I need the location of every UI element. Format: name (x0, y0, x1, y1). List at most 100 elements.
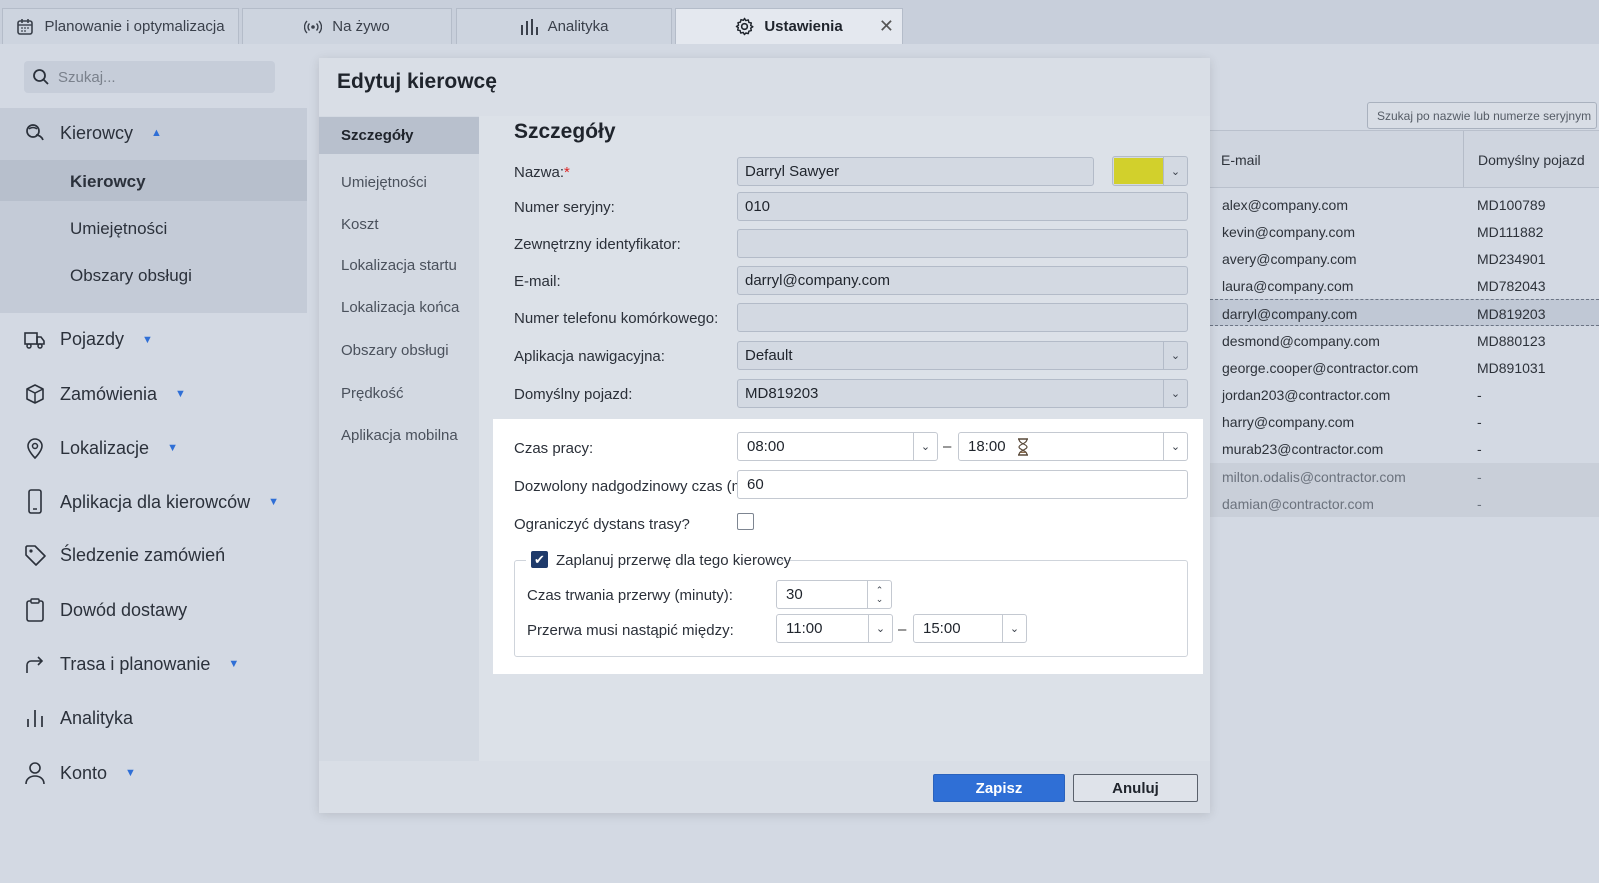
sidebar-item-route-planning[interactable]: Trasa i planowanie ▼ (24, 653, 239, 675)
break-checkbox[interactable]: ✔ (531, 551, 548, 568)
tab-live[interactable]: Na żywo (242, 8, 452, 44)
dialog-nav-details[interactable]: Szczegóły (341, 127, 414, 144)
dialog-nav-cost[interactable]: Koszt (341, 216, 379, 233)
break-duration-value: 30 (786, 586, 803, 603)
tab-analytics[interactable]: Analityka (456, 8, 672, 44)
table-search-input[interactable]: Szukaj po nazwie lub numerze seryjnym (1367, 102, 1597, 129)
hourglass-icon (1016, 437, 1030, 456)
work-end-select[interactable]: 18:00 ⌄ (958, 432, 1188, 461)
chevron-down-icon[interactable]: ⌄ (1163, 433, 1187, 460)
table-row[interactable]: desmond@company.com MD880123 (1210, 327, 1599, 354)
cell-email: laura@company.com (1222, 278, 1354, 294)
save-button[interactable]: Zapisz (933, 774, 1065, 802)
cell-vehicle: MD819203 (1477, 306, 1546, 322)
chevron-down-icon[interactable]: ⌄ (1163, 380, 1187, 407)
cell-vehicle: - (1477, 387, 1482, 403)
sidebar-item-vehicles[interactable]: Pojazdy ▼ (24, 329, 153, 350)
overtime-label: Dozwolony nadgodzinowy czas (min): (514, 478, 765, 495)
checkmark-icon: ✔ (534, 551, 545, 567)
dialog-nav-speed[interactable]: Prędkość (341, 385, 404, 402)
phone-field[interactable] (737, 303, 1188, 332)
limit-distance-checkbox[interactable] (737, 513, 754, 530)
sidebar-item-order-tracking[interactable]: Śledzenie zamówień (24, 544, 225, 566)
tab-label: Planowanie i optymalizacja (44, 18, 225, 35)
color-picker[interactable]: ⌄ (1112, 156, 1188, 186)
external-id-field[interactable] (737, 229, 1188, 258)
nav-app-select[interactable]: Default ⌄ (737, 341, 1188, 370)
break-end-select[interactable]: 15:00 ⌄ (913, 614, 1027, 643)
sidebar-item-drivers[interactable]: Kierowcy ▲ (24, 122, 162, 144)
sidebar-search-input[interactable]: Szukaj... (24, 61, 275, 93)
table-row[interactable]: kevin@company.com MD111882 (1210, 218, 1599, 245)
tab-planning[interactable]: Planowanie i optymalizacja (2, 8, 239, 44)
nav-app-label: Aplikacja nawigacyjna: (514, 348, 665, 365)
sidebar-subitem-skills[interactable]: Umiejętności (70, 219, 167, 239)
break-start-select[interactable]: 11:00 ⌄ (776, 614, 893, 643)
table-row[interactable]: milton.odalis@contractor.com - (1210, 463, 1599, 490)
cell-vehicle: MD782043 (1477, 278, 1546, 294)
sidebar-item-label: Lokalizacje (60, 437, 150, 458)
section-title: Szczegóły (514, 120, 616, 143)
table-row[interactable]: damian@contractor.com - (1210, 490, 1599, 517)
cancel-button[interactable]: Anuluj (1073, 774, 1198, 802)
caret-down-icon: ▼ (228, 658, 240, 670)
dialog-nav-end-location[interactable]: Lokalizacja końca (341, 299, 459, 316)
vehicle-label: Domyślny pojazd: (514, 386, 633, 403)
caret-up-icon: ▲ (151, 127, 162, 139)
dialog-nav-skills[interactable]: Umiejętności (341, 174, 427, 191)
stepper-arrows-icon[interactable]: ⌃ ⌄ (867, 581, 891, 608)
tab-settings[interactable]: Ustawienia ✕ (675, 8, 903, 44)
caret-down-icon: ▼ (142, 333, 153, 346)
chevron-down-icon[interactable]: ⌄ (868, 615, 892, 642)
sidebar-subitem-service-areas[interactable]: Obszary obsługi (70, 266, 192, 286)
email-field[interactable]: darryl@company.com (737, 266, 1188, 295)
work-start-select[interactable]: 08:00 ⌄ (737, 432, 938, 461)
cell-email: avery@company.com (1222, 251, 1357, 267)
route-arrow-icon (24, 653, 46, 675)
table-row[interactable]: laura@company.com MD782043 (1210, 272, 1599, 299)
cell-email: damian@contractor.com (1222, 496, 1374, 512)
search-placeholder: Szukaj... (58, 68, 116, 86)
clipboard-icon (24, 598, 46, 622)
column-header-email[interactable]: E-mail (1221, 152, 1261, 168)
email-label: E-mail: (514, 273, 561, 290)
chevron-down-icon[interactable]: ⌄ (1002, 615, 1026, 642)
dialog-nav-mobile-app[interactable]: Aplikacja mobilna (341, 427, 458, 444)
sidebar-subitem-drivers[interactable]: Kierowcy (70, 172, 146, 192)
sidebar-item-driver-app[interactable]: Aplikacja dla kierowców ▼ (24, 489, 279, 515)
vehicle-select[interactable]: MD819203 ⌄ (737, 379, 1188, 408)
sidebar-item-analytics[interactable]: Analityka (24, 707, 133, 729)
cell-email: jordan203@contractor.com (1222, 387, 1391, 403)
bar-chart-icon (520, 18, 538, 35)
cell-vehicle: - (1477, 469, 1482, 485)
chevron-down-icon[interactable]: ⌄ (1163, 157, 1187, 185)
chevron-down-icon[interactable]: ⌄ (1163, 342, 1187, 369)
sidebar-item-account[interactable]: Konto ▼ (24, 761, 136, 785)
close-icon[interactable]: ✕ (879, 16, 894, 37)
table-row-selected[interactable]: darryl@company.com MD819203 (1210, 299, 1599, 326)
table-row[interactable]: avery@company.com MD234901 (1210, 245, 1599, 272)
overtime-field[interactable]: 60 (737, 470, 1188, 499)
sidebar-item-label: Zamówienia (60, 383, 158, 404)
table-row[interactable]: jordan203@contractor.com - (1210, 381, 1599, 408)
work-start-value: 08:00 (747, 438, 785, 455)
sidebar-item-orders[interactable]: Zamówienia ▼ (24, 383, 186, 405)
user-icon (24, 761, 46, 785)
serial-label: Numer seryjny: (514, 199, 615, 216)
sidebar-item-locations[interactable]: Lokalizacje ▼ (24, 436, 178, 460)
caret-down-icon: ▼ (125, 767, 136, 779)
serial-field[interactable]: 010 (737, 192, 1188, 221)
dialog-nav-service-areas[interactable]: Obszary obsługi (341, 342, 449, 359)
table-row[interactable]: alex@company.com MD100789 (1210, 191, 1599, 218)
sidebar-item-label: Śledzenie zamówień (60, 544, 226, 565)
table-row[interactable]: george.cooper@contractor.com MD891031 (1210, 354, 1599, 381)
break-duration-stepper[interactable]: 30 ⌃ ⌄ (776, 580, 892, 609)
table-row[interactable]: harry@company.com - (1210, 408, 1599, 435)
name-field[interactable]: Darryl Sawyer (737, 157, 1094, 186)
search-icon (32, 68, 50, 86)
chevron-down-icon[interactable]: ⌄ (913, 433, 937, 460)
dialog-nav-start-location[interactable]: Lokalizacja startu (341, 257, 457, 274)
column-header-vehicle[interactable]: Domyślny pojazd (1478, 152, 1585, 168)
table-row[interactable]: murab23@contractor.com - (1210, 435, 1599, 462)
sidebar-item-proof-of-delivery[interactable]: Dowód dostawy (24, 598, 187, 622)
